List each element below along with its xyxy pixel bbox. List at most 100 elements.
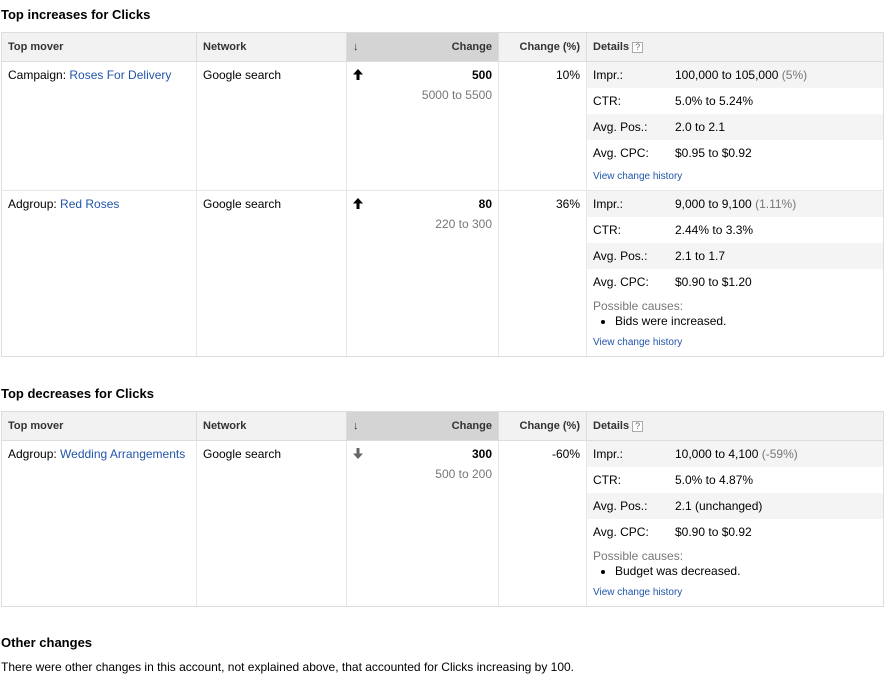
- metric-value: 100,000 to 105,000 (5%): [675, 68, 883, 82]
- change-range: 5000 to 5500: [421, 88, 492, 102]
- change-cell: 300 500 to 200: [347, 441, 499, 606]
- metric-row: CTR: 2.44% to 3.3%: [587, 217, 883, 243]
- decreases-table: Top mover Network ↓ Change Change (%) Details…: [1, 411, 884, 607]
- causes-list: Budget was decreased.: [593, 564, 877, 578]
- header-network[interactable]: Network: [197, 33, 347, 61]
- possible-causes: Possible causes:Bids were increased.: [587, 295, 883, 328]
- other-changes-text: There were other changes in this account…: [1, 660, 575, 674]
- metric-row: Impr.: 10,000 to 4,100 (-59%): [587, 441, 883, 467]
- metric-label: Impr.:: [593, 68, 624, 82]
- metric-value: $0.90 to $1.20: [675, 275, 883, 289]
- metric-value-text: $0.95 to $0.92: [675, 146, 752, 160]
- details-cell: Impr.: 100,000 to 105,000 (5%) CTR: 5.0% to…: [587, 62, 883, 190]
- up-arrow-icon: [353, 69, 363, 184]
- top-mover-cell: Adgroup: Red Roses: [2, 191, 197, 356]
- metric-value: 2.44% to 3.3%: [675, 223, 883, 237]
- header-change[interactable]: ↓ Change: [347, 33, 499, 61]
- down-arrow-icon: [353, 448, 363, 600]
- metric-value-change: (5%): [778, 68, 808, 82]
- metric-label: Avg. Pos.:: [593, 499, 648, 513]
- possible-causes-label: Possible causes:: [593, 549, 684, 563]
- increases-table: Top mover Network ↓ Change Change (%) Details…: [1, 32, 884, 357]
- other-changes-title: Other changes: [1, 635, 93, 650]
- possible-causes-label: Possible causes:: [593, 299, 684, 313]
- help-icon[interactable]: ?: [632, 420, 644, 432]
- change-value: 500: [471, 68, 492, 82]
- metric-value-change: (1.11%): [751, 197, 797, 211]
- metric-row: Avg. Pos.: 2.0 to 2.1: [587, 114, 883, 140]
- metric-value-text: 2.1 (unchanged): [675, 499, 763, 513]
- increases-title: Top increases for Clicks: [1, 7, 151, 22]
- metric-value-text: 2.0 to 2.1: [675, 120, 726, 134]
- metric-label: Avg. CPC:: [593, 275, 649, 289]
- metric-value-text: 10,000 to 4,100: [675, 447, 759, 461]
- metric-value: 2.0 to 2.1: [675, 120, 883, 134]
- mover-name-link[interactable]: Red Roses: [60, 197, 119, 211]
- metric-value: 2.1 to 1.7: [675, 249, 883, 263]
- metric-value: 2.1 (unchanged): [675, 499, 883, 513]
- mover-name-link[interactable]: Wedding Arrangements: [60, 447, 185, 461]
- metric-label: Avg. CPC:: [593, 146, 649, 160]
- help-icon[interactable]: ?: [632, 41, 644, 53]
- metric-row: Avg. CPC: $0.95 to $0.92: [587, 140, 883, 166]
- view-change-history-link[interactable]: View change history: [587, 586, 883, 600]
- details-cell: Impr.: 10,000 to 4,100 (-59%) CTR: 5.0% to …: [587, 441, 883, 606]
- metric-value-text: 5.0% to 5.24%: [675, 94, 754, 108]
- change-value: 300: [471, 447, 492, 461]
- header-change-label: Change: [451, 41, 492, 53]
- header-change-pct[interactable]: Change (%): [499, 412, 587, 440]
- metric-label: Avg. Pos.:: [593, 249, 648, 263]
- cause-item: Bids were increased.: [615, 314, 877, 328]
- metric-label: Avg. Pos.:: [593, 120, 648, 134]
- mover-name-link[interactable]: Roses For Delivery: [69, 68, 171, 82]
- view-change-history-link[interactable]: View change history: [587, 336, 883, 350]
- metric-row: Avg. CPC: $0.90 to $1.20: [587, 269, 883, 295]
- change-pct-cell: -60%: [499, 441, 587, 606]
- metric-row: Impr.: 100,000 to 105,000 (5%): [587, 62, 883, 88]
- metric-value-change: (-59%): [758, 447, 798, 461]
- decreases-title: Top decreases for Clicks: [1, 386, 154, 401]
- header-details: Details?: [587, 33, 883, 61]
- metric-value-text: 9,000 to 9,100: [675, 197, 752, 211]
- change-pct-cell: 10%: [499, 62, 587, 190]
- header-network[interactable]: Network: [197, 412, 347, 440]
- change-values: 300 500 to 200: [435, 447, 492, 600]
- table-header: Top mover Network ↓ Change Change (%) Details…: [2, 33, 883, 62]
- mover-type-label: Adgroup:: [8, 447, 61, 461]
- metric-value-text: $0.90 to $1.20: [675, 275, 752, 289]
- metric-value-text: 5.0% to 4.87%: [675, 473, 754, 487]
- table-row: Adgroup: Red Roses Google search 80 220 to …: [2, 191, 883, 356]
- metric-label: Impr.:: [593, 447, 624, 461]
- header-details-label: Details: [593, 41, 630, 53]
- metric-label: Impr.:: [593, 197, 624, 211]
- metric-value: 5.0% to 4.87%: [675, 473, 883, 487]
- metric-value: $0.90 to $0.92: [675, 525, 883, 539]
- header-details-label: Details: [593, 420, 630, 432]
- table-row: Campaign: Roses For Delivery Google searc…: [2, 62, 883, 191]
- metric-value-text: 2.44% to 3.3%: [675, 223, 754, 237]
- metric-label: CTR:: [593, 94, 621, 108]
- change-value: 80: [478, 197, 492, 211]
- table-header: Top mover Network ↓ Change Change (%) Details…: [2, 412, 883, 441]
- header-change[interactable]: ↓ Change: [347, 412, 499, 440]
- change-range: 220 to 300: [435, 217, 492, 231]
- header-top-mover[interactable]: Top mover: [2, 33, 197, 61]
- header-change-pct[interactable]: Change (%): [499, 33, 587, 61]
- metric-row: Avg. Pos.: 2.1 (unchanged): [587, 493, 883, 519]
- metric-label: CTR:: [593, 223, 621, 237]
- sort-arrow-icon: ↓: [353, 41, 359, 53]
- change-pct-cell: 36%: [499, 191, 587, 356]
- header-top-mover[interactable]: Top mover: [2, 412, 197, 440]
- metric-value-text: $0.90 to $0.92: [675, 525, 752, 539]
- metric-value: 5.0% to 5.24%: [675, 94, 883, 108]
- details-cell: Impr.: 9,000 to 9,100 (1.11%) CTR: 2.44% to…: [587, 191, 883, 356]
- network-cell: Google search: [197, 441, 347, 606]
- metric-value: 9,000 to 9,100 (1.11%): [675, 197, 883, 211]
- change-range: 500 to 200: [435, 467, 492, 481]
- header-change-label: Change: [451, 420, 492, 432]
- network-cell: Google search: [197, 191, 347, 356]
- mover-type-label: Adgroup:: [8, 197, 61, 211]
- possible-causes: Possible causes:Budget was decreased.: [587, 545, 883, 578]
- view-change-history-link[interactable]: View change history: [587, 170, 883, 184]
- metric-value-text: 2.1 to 1.7: [675, 249, 726, 263]
